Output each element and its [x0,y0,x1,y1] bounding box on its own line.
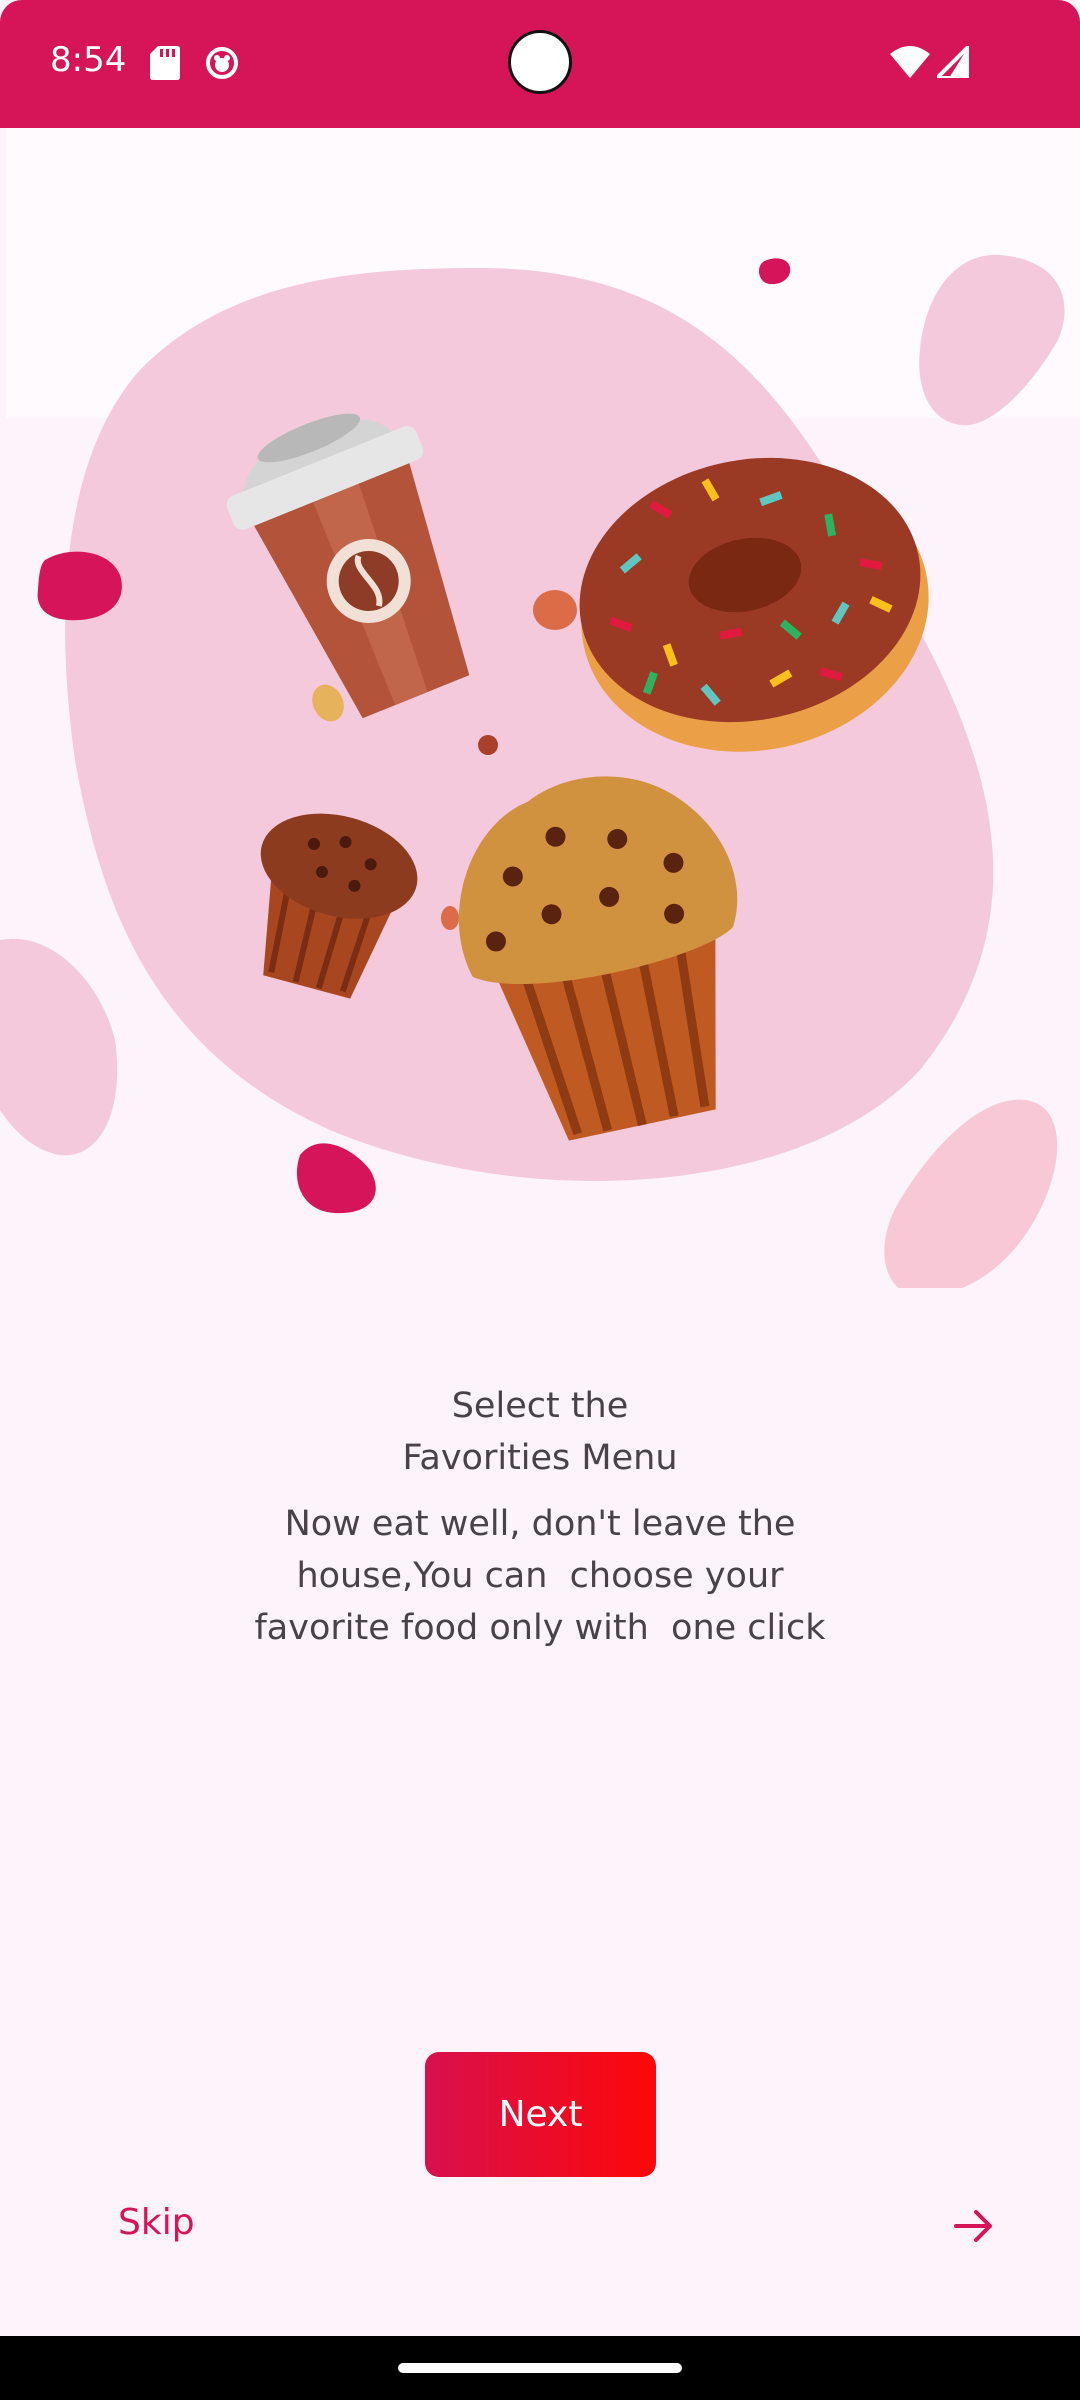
status-bar: 8:54 [0,0,1080,128]
wifi-icon [890,46,930,78]
description-line: favorite food only with one click [254,1608,826,1648]
title-line: Select the [451,1386,629,1426]
status-time: 8:54 [50,40,127,80]
skip-button[interactable]: Skip [118,2202,195,2243]
sd-card-icon [150,46,180,80]
food-illustration [0,254,1065,1288]
onboarding-description: Now eat well, don't leave the house,You … [190,1498,890,1654]
notification-app-icon [206,47,238,79]
dot-red-top [758,258,791,285]
onboarding-title: Select the Favorities Menu [0,1380,1080,1484]
home-indicator[interactable] [398,2363,682,2373]
description-line: Now eat well, don't leave the [284,1504,796,1544]
arrow-right-icon[interactable] [950,2202,998,2250]
blob-left [0,938,118,1156]
crumb-brown [478,735,498,755]
dot-red-left [37,551,122,621]
dot-red-bottom [296,1143,376,1214]
crumb-orange [533,590,577,630]
next-button[interactable]: Next [425,2052,656,2177]
blob-top-right [919,254,1065,426]
description-line: house,You can choose your [296,1556,784,1596]
blob-bottom-right [884,1099,1058,1288]
title-line: Favorities Menu [402,1438,678,1478]
cellular-signal-icon [937,46,969,78]
crumb-orange-small [441,906,459,930]
camera-cutout [508,30,572,94]
